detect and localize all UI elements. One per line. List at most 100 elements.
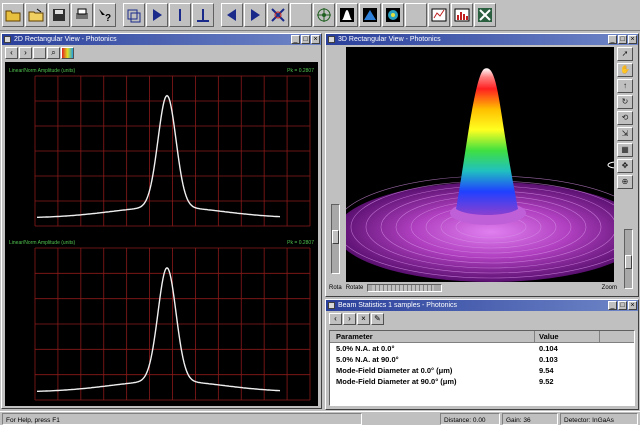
status-gain: Gain: 36 xyxy=(502,413,558,425)
rotate-slider[interactable] xyxy=(367,284,443,292)
pyramid-icon[interactable] xyxy=(359,3,381,27)
globe-icon[interactable] xyxy=(382,3,404,27)
svg-text:?: ? xyxy=(105,13,111,23)
minimize-button[interactable]: _ xyxy=(608,301,617,310)
blank-icon[interactable] xyxy=(405,3,427,27)
value-cell: 9.52 xyxy=(539,377,554,386)
status-help: For Help, press F1 xyxy=(2,413,362,425)
close-button[interactable]: × xyxy=(628,35,637,44)
stats-toolbar: ‹ › × ✎ xyxy=(326,311,638,327)
stats-edit-icon[interactable]: ✎ xyxy=(371,313,384,325)
slider-thumb[interactable] xyxy=(372,285,435,291)
close-button[interactable]: × xyxy=(628,301,637,310)
help-pointer-icon[interactable]: ? xyxy=(94,3,116,27)
folder-open-icon[interactable] xyxy=(2,3,24,27)
stats-prev-icon[interactable]: ‹ xyxy=(329,313,342,325)
3d-side-toolbar: ➚ ✋ ↑ ↻ ⟲ ⇲ ▦ ✥ ⊕ xyxy=(617,47,635,189)
hand-icon[interactable]: ✋ xyxy=(617,63,633,77)
plot-panel xyxy=(34,75,311,227)
zoom-label: Zoom xyxy=(601,285,617,291)
beam-statistics-window: Beam Statistics 1 samples - Photonics _ … xyxy=(325,299,639,410)
window-title: 2D Rectangular View - Photonics xyxy=(14,36,117,43)
minimize-button[interactable]: _ xyxy=(291,35,300,44)
profile-trace xyxy=(37,94,281,218)
rotate-icon[interactable]: ↻ xyxy=(617,95,633,109)
magnify-icon[interactable]: ⌕ xyxy=(47,46,60,59)
blank-icon[interactable] xyxy=(33,46,46,59)
profile-plots-svg: Linear/Norm Amplitude (units) Pk = 0.280… xyxy=(9,68,314,401)
tilt-slider[interactable] xyxy=(331,204,340,274)
settings-icon[interactable] xyxy=(474,3,496,27)
crosshair-icon[interactable] xyxy=(267,3,289,27)
histogram-icon[interactable] xyxy=(451,3,473,27)
rotate-label: Rotate xyxy=(345,285,364,291)
parameter-cell: 5.0% N.A. at 90.0° xyxy=(336,355,399,364)
table-row[interactable]: 5.0% N.A. at 0.0° 0.104 xyxy=(330,343,634,354)
parameter-cell: Mode-Field Diameter at 90.0° (μm) xyxy=(336,377,457,386)
close-button[interactable]: × xyxy=(311,35,320,44)
status-device: Detector: InGaAs xyxy=(560,413,638,425)
slider-thumb[interactable] xyxy=(625,255,632,269)
profile-plots: Linear/Norm Amplitude (units) Pk = 0.280… xyxy=(5,62,318,406)
slider-thumb[interactable] xyxy=(332,230,339,244)
bullseye-icon[interactable] xyxy=(313,3,335,27)
value-cell: 9.54 xyxy=(539,366,554,375)
blank-icon[interactable] xyxy=(290,3,312,27)
3d-beam-svg xyxy=(346,68,614,282)
print-icon[interactable] xyxy=(71,3,93,27)
window-title: 3D Rectangular View - Photonics xyxy=(338,36,441,43)
zoom-in-icon[interactable]: › xyxy=(19,46,32,59)
profile-3d-icon[interactable] xyxy=(336,3,358,27)
rotation-marker xyxy=(607,161,614,169)
maximize-button[interactable]: □ xyxy=(301,35,310,44)
beam-peak xyxy=(456,68,518,215)
table-row[interactable]: 5.0% N.A. at 90.0° 0.103 xyxy=(330,354,634,365)
stats-next-icon[interactable]: › xyxy=(343,313,356,325)
status-bar: For Help, press F1 Distance: 0.00 Gain: … xyxy=(0,411,640,425)
cursor-line-icon[interactable] xyxy=(169,3,191,27)
status-distance: Distance: 0.00 xyxy=(440,413,500,425)
baseline-icon[interactable] xyxy=(192,3,214,27)
grid-icon[interactable]: ▦ xyxy=(617,143,633,157)
window-icon xyxy=(328,302,335,309)
rotation-label: Rota xyxy=(329,285,342,291)
zoom-out-icon[interactable]: ‹ xyxy=(5,46,18,59)
2d-view-window: 2D Rectangular View - Photonics _ □ × ‹ … xyxy=(1,33,322,409)
window-icon xyxy=(328,36,335,43)
table-row[interactable]: Mode-Field Diameter at 0.0° (μm) 9.54 xyxy=(330,365,634,376)
column-header-parameter[interactable]: Parameter xyxy=(330,331,535,342)
rotation-bar: Rota Rotate Zoom xyxy=(329,282,635,294)
plot-peak-label: Pk = 0.2807 xyxy=(287,240,314,246)
window-title: Beam Statistics 1 samples - Photonics xyxy=(338,302,458,309)
maximize-button[interactable]: □ xyxy=(618,301,627,310)
column-header-value[interactable]: Value xyxy=(535,331,600,342)
move-icon[interactable]: ✥ xyxy=(617,159,633,173)
play-icon[interactable] xyxy=(146,3,168,27)
value-cell: 0.103 xyxy=(539,355,558,364)
maximize-button[interactable]: □ xyxy=(618,35,627,44)
export-icon[interactable] xyxy=(123,3,145,27)
open-file-icon[interactable] xyxy=(25,3,47,27)
plot-panel xyxy=(34,247,311,401)
3d-view-window: 3D Rectangular View - Photonics _ □ × ➚ … xyxy=(325,33,639,297)
pan-icon[interactable]: ⇲ xyxy=(617,127,633,141)
table-row[interactable]: Mode-Field Diameter at 90.0° (μm) 9.52 xyxy=(330,376,634,387)
save-icon[interactable] xyxy=(48,3,70,27)
parameter-cell: Mode-Field Diameter at 0.0° (μm) xyxy=(336,366,453,375)
stats-close-icon[interactable]: × xyxy=(357,313,370,325)
plot-caption: Linear/Norm Amplitude (units) xyxy=(9,240,75,246)
reset-view-icon[interactable]: ⊕ xyxy=(617,175,633,189)
step-right-icon[interactable] xyxy=(244,3,266,27)
palette-icon[interactable] xyxy=(61,46,74,59)
zoom-slider[interactable] xyxy=(624,229,633,289)
plot-caption: Linear/Norm Amplitude (units) xyxy=(9,68,75,74)
minimize-button[interactable]: _ xyxy=(608,35,617,44)
arrow-up-icon[interactable]: ↑ xyxy=(617,79,633,93)
pointer-icon[interactable]: ➚ xyxy=(617,47,633,61)
step-left-icon[interactable] xyxy=(221,3,243,27)
3d-beam-render xyxy=(346,47,614,282)
chart-icon[interactable] xyxy=(428,3,450,27)
parameter-cell: 5.0% N.A. at 0.0° xyxy=(336,344,395,353)
tilt-icon[interactable]: ⟲ xyxy=(617,111,633,125)
window-icon xyxy=(4,36,11,43)
